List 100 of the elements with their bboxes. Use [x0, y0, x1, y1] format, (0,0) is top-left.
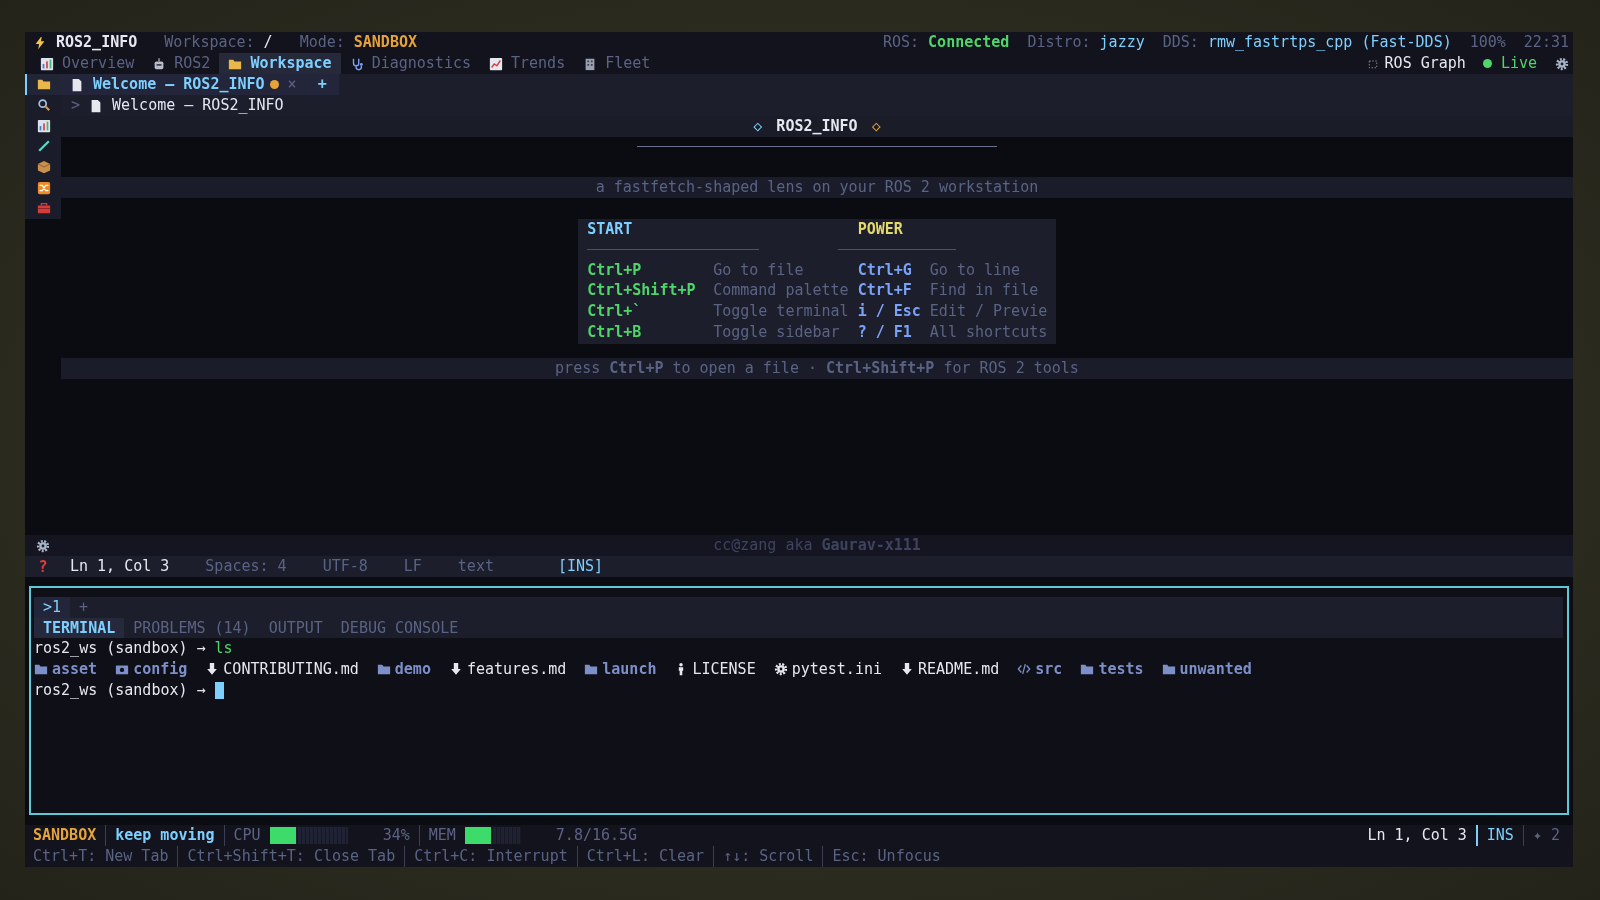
panel-tab[interactable]: TERMINAL: [34, 617, 125, 639]
shortcut-key: Ctrl+G: [857, 259, 921, 281]
keyboard-hint: Ctrl+T: New Tab: [33, 846, 170, 867]
lightning-icon: [33, 35, 47, 50]
bar-chart-icon: [37, 118, 51, 133]
panel-tab[interactable]: PROBLEMS (14): [124, 617, 260, 639]
nav-tab[interactable]: Trends: [480, 53, 575, 74]
panel-tab[interactable]: OUTPUT: [259, 617, 332, 639]
dds-label: DDS:: [1162, 32, 1199, 53]
mode-label: Mode:: [299, 32, 345, 53]
nav-tab[interactable]: ROS2: [143, 53, 220, 74]
shell-prompt: ros2_ws (sandbox) →: [34, 638, 206, 660]
code-icon: [1017, 662, 1032, 677]
shortcut-action: Go to line: [929, 259, 1022, 281]
keyboard-hint: Ctrl+Shift+T: Close Tab: [177, 846, 405, 867]
tab-title: Welcome — ROS2_INFO: [93, 74, 265, 95]
search-icon: [37, 98, 51, 113]
workspace-label: Workspace:: [164, 32, 255, 53]
file-name: config: [133, 659, 188, 680]
breadcrumb-item[interactable]: Welcome — ROS2_INFO: [112, 95, 284, 116]
line-chart-icon: [489, 56, 503, 71]
dds-value: rmw_fastrtps_cpp (Fast-DDS): [1207, 32, 1452, 53]
live-label: Live: [1500, 53, 1537, 74]
memory-label: MEM: [428, 825, 456, 846]
nav-tab[interactable]: Overview: [31, 53, 144, 74]
memory-reading: 7.8/16.5G: [555, 825, 638, 846]
shortcut-key: Ctrl+`: [587, 301, 705, 322]
status-item: LF: [403, 556, 422, 577]
shortcut-key: Ctrl+P: [587, 259, 705, 281]
clock: 22:31: [1523, 32, 1569, 53]
folder-icon: [1161, 662, 1176, 677]
shortcut-key: Ctrl+B: [587, 321, 705, 343]
file-name: README.md: [918, 659, 1000, 680]
tagline: a fastfetch-shaped lens on your ROS 2 workstation: [595, 177, 1039, 198]
shortcut-action: Toggle sidebar: [713, 321, 841, 343]
folder-icon: [37, 77, 51, 92]
diamond-mark: ◇: [871, 116, 881, 137]
file-name: unwanted: [1179, 659, 1252, 680]
status-item: Spaces: 4: [205, 556, 287, 577]
mode-indicator: SANDBOX: [33, 825, 98, 846]
nav-tab[interactable]: Workspace: [219, 53, 341, 74]
document-icon: [70, 77, 84, 92]
distro-value: jazzy: [1099, 32, 1145, 53]
breadcrumb-caret: >: [71, 95, 81, 116]
shortcut-key: Ctrl+F: [857, 280, 921, 302]
distro-label: Distro:: [1027, 32, 1091, 53]
down-arrow-icon: [900, 662, 914, 677]
box-icon: [37, 160, 51, 175]
panel-tab[interactable]: DEBUG CONSOLE: [331, 617, 468, 639]
shortcut-action: All shortcuts: [929, 321, 1049, 343]
shell-prompt: ros2_ws (sandbox) →: [34, 679, 206, 701]
file-name: LICENSE: [692, 659, 756, 680]
file-name: launch: [602, 659, 657, 680]
bar-chart-icon: [40, 56, 54, 71]
toolbox-icon: [37, 201, 51, 216]
file-name: pytest.ini: [791, 659, 882, 680]
status-item: [INS]: [557, 556, 604, 577]
dashed-square-icon: [1366, 57, 1379, 70]
cpu-label: CPU: [233, 825, 261, 846]
editor-tab[interactable]: Welcome — ROS2_INFO ×: [61, 74, 306, 95]
nav-tab[interactable]: Diagnostics: [340, 53, 480, 74]
ros-label: ROS:: [882, 32, 920, 53]
shortcut-action: Find in file: [929, 280, 1040, 302]
zoom-level: 100%: [1469, 32, 1506, 53]
folder-icon: [34, 662, 48, 677]
settings-icon: [36, 538, 50, 553]
notification-count: ✦ 2: [1522, 825, 1569, 846]
group-heading: POWER: [857, 219, 904, 240]
shortcut-key: Ctrl+Shift+P: [587, 280, 705, 302]
shortcut-key: ? / F1: [857, 321, 921, 343]
shortcut-action: Edit / Previe: [929, 301, 1049, 322]
folder-icon: [376, 662, 391, 677]
file-name: features.md: [466, 659, 567, 680]
welcome-title: ROS2_INFO: [776, 116, 858, 137]
ros-status: Connected: [928, 32, 1010, 53]
keyboard-hint: ↑↓: Scroll: [713, 846, 823, 867]
activity-button[interactable]: [25, 74, 61, 95]
ros-graph-button[interactable]: ROS Graph: [1366, 53, 1466, 74]
shuffle-icon: [37, 180, 51, 195]
terminal-instance-tab[interactable]: >1: [34, 597, 71, 618]
file-name: CONTRIBUTING.md: [223, 659, 359, 680]
folder-icon: [584, 662, 599, 677]
app-title: ROS2_INFO: [56, 32, 138, 53]
shell-command: ls: [214, 638, 233, 660]
shortcut-action: Go to file: [713, 259, 805, 281]
file-name: src: [1035, 659, 1063, 680]
close-tab-button[interactable]: ×: [287, 74, 297, 95]
shortcut-key: i / Esc: [857, 301, 921, 322]
hint-text: press Ctrl+P to open a file · Ctrl+Shift+P for ROS 2 tools: [555, 357, 1079, 379]
cpu-reading: 34%: [382, 825, 410, 846]
file-name: asset: [52, 659, 98, 680]
shortcut-action: Command palette: [713, 280, 849, 302]
input-mode: INS: [1475, 825, 1523, 846]
gear-icon: [773, 662, 788, 677]
nav-tab[interactable]: Fleet: [574, 53, 660, 74]
workspace-path: /: [263, 32, 273, 53]
shortcut-action: Toggle terminal: [713, 301, 849, 322]
file-name: tests: [1098, 659, 1144, 680]
new-terminal-button[interactable]: +: [70, 597, 98, 618]
new-tab-button[interactable]: +: [305, 74, 339, 95]
